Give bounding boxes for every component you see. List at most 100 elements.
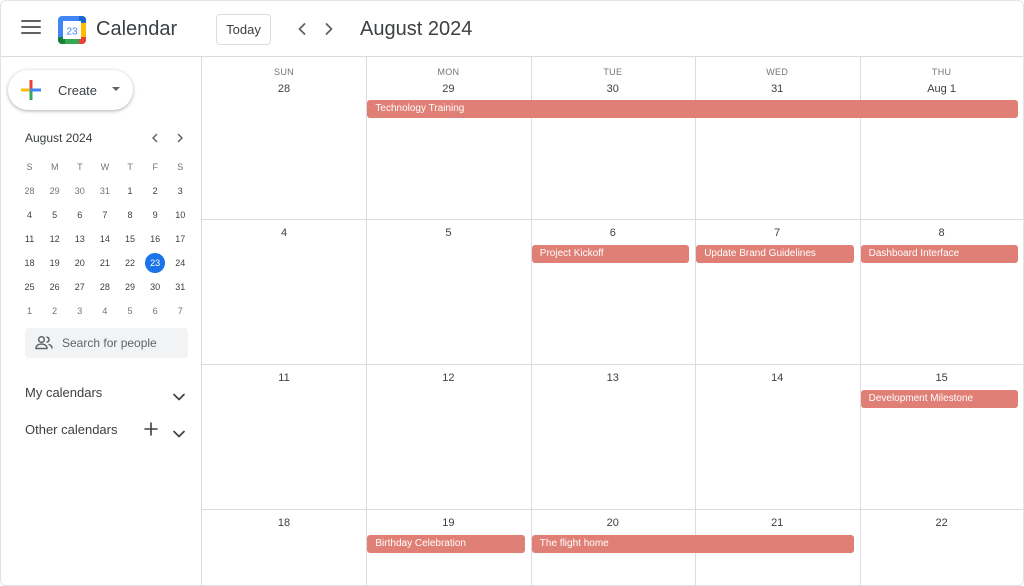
event-chip[interactable]: Project Kickoff bbox=[531, 245, 690, 263]
today-button[interactable]: Today bbox=[216, 14, 271, 45]
create-label: Create bbox=[58, 83, 98, 98]
day-number[interactable]: 8 bbox=[860, 227, 1023, 239]
sidebar: Create August 2024 S M T W T F S 28 29 30 31 1 2 3 4 5 6… bbox=[1, 57, 201, 585]
mini-calendar-day[interactable]: 17 bbox=[168, 227, 193, 251]
mini-calendar-day[interactable]: 6 bbox=[67, 203, 92, 227]
mini-calendar-day[interactable]: 20 bbox=[67, 251, 92, 275]
mini-calendar-day[interactable]: 1 bbox=[17, 299, 42, 323]
mini-calendar-dow: S bbox=[26, 162, 33, 172]
day-number[interactable]: 12 bbox=[366, 372, 530, 384]
mini-calendar-day[interactable]: 25 bbox=[17, 275, 42, 299]
day-number[interactable]: 13 bbox=[531, 372, 695, 384]
day-number[interactable]: 15 bbox=[860, 372, 1023, 384]
mini-calendar-day[interactable]: 30 bbox=[143, 275, 168, 299]
chevron-down-icon[interactable] bbox=[172, 426, 186, 438]
mini-calendar-dow-row: SMTWTFS bbox=[17, 155, 193, 179]
other-calendars-label[interactable]: Other calendars bbox=[25, 422, 118, 437]
mini-calendar-week: 11 12 13 14 15 16 17 bbox=[17, 227, 193, 251]
mini-calendar-day[interactable]: 2 bbox=[143, 179, 168, 203]
mini-calendar-day[interactable]: 10 bbox=[168, 203, 193, 227]
chevron-right-icon[interactable] bbox=[319, 19, 339, 39]
mini-calendar-day[interactable]: 7 bbox=[168, 299, 193, 323]
mini-calendar-day[interactable]: 7 bbox=[92, 203, 117, 227]
mini-calendar-day[interactable]: 4 bbox=[17, 203, 42, 227]
day-number[interactable]: 28 bbox=[202, 83, 366, 95]
day-number[interactable]: 18 bbox=[202, 517, 366, 529]
people-search-input[interactable]: Search for people bbox=[25, 328, 188, 358]
mini-calendar-day[interactable]: 2 bbox=[42, 299, 67, 323]
mini-calendar-day[interactable]: 11 bbox=[17, 227, 42, 251]
top-bar: 23 Calendar Today August 2024 bbox=[1, 1, 1023, 57]
day-number[interactable]: 20 bbox=[531, 517, 695, 529]
day-number[interactable]: 11 bbox=[202, 372, 366, 384]
day-number[interactable]: 29 bbox=[366, 83, 530, 95]
mini-calendar-day[interactable]: 29 bbox=[118, 275, 143, 299]
day-number[interactable]: Aug 1 bbox=[860, 83, 1023, 95]
mini-calendar-day[interactable]: 14 bbox=[92, 227, 117, 251]
mini-calendar-day[interactable]: 21 bbox=[92, 251, 117, 275]
mini-calendar-day[interactable]: 6 bbox=[143, 299, 168, 323]
mini-calendar-week: 1234567 bbox=[17, 299, 193, 323]
mini-calendar-day[interactable]: 3 bbox=[67, 299, 92, 323]
day-number[interactable]: 7 bbox=[695, 227, 859, 239]
chevron-left-icon[interactable] bbox=[292, 19, 312, 39]
day-number[interactable]: 22 bbox=[860, 517, 1023, 529]
week-divider bbox=[202, 219, 1023, 220]
mini-calendar-day[interactable]: 15 bbox=[118, 227, 143, 251]
mini-calendar-day[interactable]: 26 bbox=[42, 275, 67, 299]
mini-calendar-day[interactable]: 28 bbox=[17, 179, 42, 203]
mini-calendar-day[interactable]: 30 bbox=[67, 179, 92, 203]
mini-calendar-day[interactable]: 16 bbox=[143, 227, 168, 251]
people-icon bbox=[35, 335, 53, 351]
event-chip[interactable]: Birthday Celebration bbox=[367, 535, 525, 553]
mini-calendar-day[interactable]: 13 bbox=[67, 227, 92, 251]
mini-calendar-day[interactable]: 8 bbox=[118, 203, 143, 227]
mini-calendar-day[interactable]: 1 bbox=[118, 179, 143, 203]
day-number[interactable]: 30 bbox=[531, 83, 695, 95]
event-chip[interactable]: Development Milestone bbox=[860, 390, 1018, 408]
month-title: August 2024 bbox=[360, 18, 473, 40]
day-number[interactable]: 21 bbox=[695, 517, 859, 529]
day-number[interactable]: 6 bbox=[531, 227, 695, 239]
mini-calendar-day[interactable]: 29 bbox=[42, 179, 67, 203]
mini-calendar-day[interactable]: 9 bbox=[143, 203, 168, 227]
day-of-week-label: SUN bbox=[274, 67, 294, 77]
mini-calendar-day[interactable]: 5 bbox=[118, 299, 143, 323]
mini-calendar-week: 4 5 6 7 8 9 10 bbox=[17, 203, 193, 227]
mini-calendar-dow: M bbox=[50, 162, 59, 172]
mini-calendar-week: 18 19 20 21 22 23 24 bbox=[17, 251, 193, 275]
day-number[interactable]: 4 bbox=[202, 227, 366, 239]
mini-calendar-day[interactable]: 12 bbox=[42, 227, 67, 251]
day-number[interactable]: 14 bbox=[695, 372, 859, 384]
mini-calendar-day[interactable]: 31 bbox=[92, 179, 117, 203]
chevron-right-icon[interactable] bbox=[173, 131, 187, 145]
day-number[interactable]: 19 bbox=[366, 517, 530, 529]
event-chip[interactable]: Update Brand Guidelines bbox=[696, 245, 854, 263]
chevron-down-icon[interactable] bbox=[172, 389, 186, 401]
mini-calendar-day[interactable]: 31 bbox=[168, 275, 193, 299]
mini-calendar-day[interactable]: 18 bbox=[17, 251, 42, 275]
event-chip[interactable]: Technology Training bbox=[367, 100, 1018, 118]
my-calendars-label[interactable]: My calendars bbox=[25, 385, 102, 400]
menu-icon[interactable] bbox=[21, 20, 41, 38]
mini-calendar-day[interactable]: 19 bbox=[42, 251, 67, 275]
mini-calendar-today[interactable]: 23 bbox=[143, 251, 168, 275]
day-of-week-label: WED bbox=[766, 67, 789, 77]
mini-calendar-day[interactable]: 3 bbox=[168, 179, 193, 203]
create-button[interactable]: Create bbox=[8, 70, 133, 110]
mini-calendar-day[interactable]: 4 bbox=[92, 299, 117, 323]
event-chip[interactable]: The flight home bbox=[531, 535, 854, 553]
mini-calendar-day[interactable]: 22 bbox=[118, 251, 143, 275]
event-chip[interactable]: Dashboard Interface bbox=[860, 245, 1018, 263]
mini-calendar-day[interactable]: 5 bbox=[42, 203, 67, 227]
mini-calendar-dow: W bbox=[100, 162, 110, 172]
mini-calendar-day[interactable]: 27 bbox=[67, 275, 92, 299]
column-divider bbox=[530, 57, 532, 585]
day-number[interactable]: 31 bbox=[695, 83, 859, 95]
add-calendar-icon[interactable] bbox=[144, 422, 158, 436]
chevron-left-icon[interactable] bbox=[148, 131, 162, 145]
mini-calendar-day[interactable]: 24 bbox=[168, 251, 193, 275]
day-number[interactable]: 5 bbox=[366, 227, 530, 239]
people-search-placeholder: Search for people bbox=[62, 336, 157, 350]
mini-calendar-day[interactable]: 28 bbox=[92, 275, 117, 299]
